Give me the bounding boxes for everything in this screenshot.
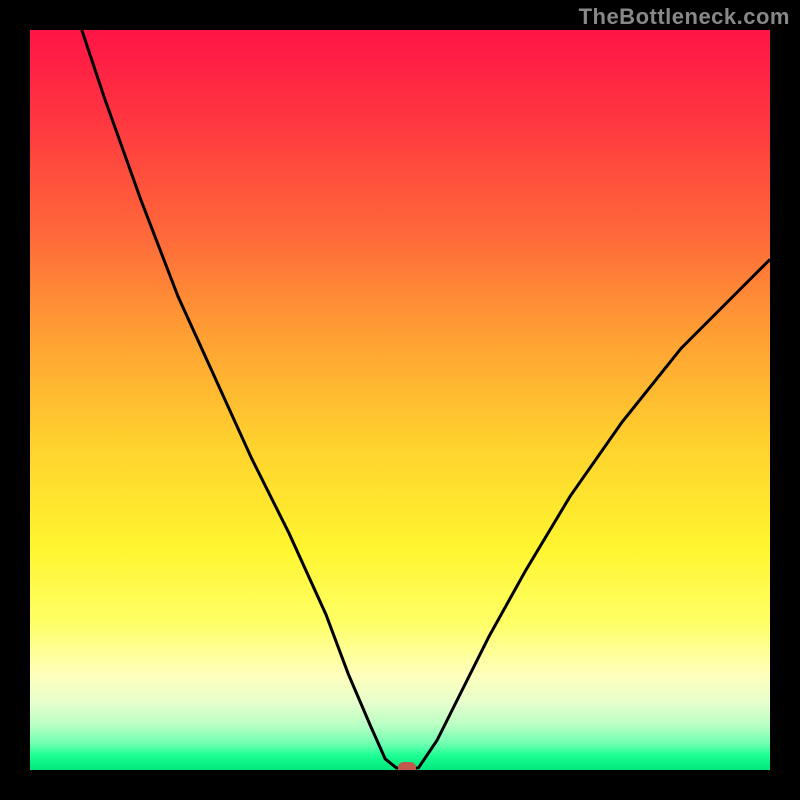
curve-path — [82, 30, 770, 769]
watermark-text: TheBottleneck.com — [579, 4, 790, 30]
plot-area — [30, 30, 770, 770]
bottleneck-curve — [30, 30, 770, 770]
chart-frame: TheBottleneck.com — [0, 0, 800, 800]
notch-marker — [398, 762, 416, 770]
